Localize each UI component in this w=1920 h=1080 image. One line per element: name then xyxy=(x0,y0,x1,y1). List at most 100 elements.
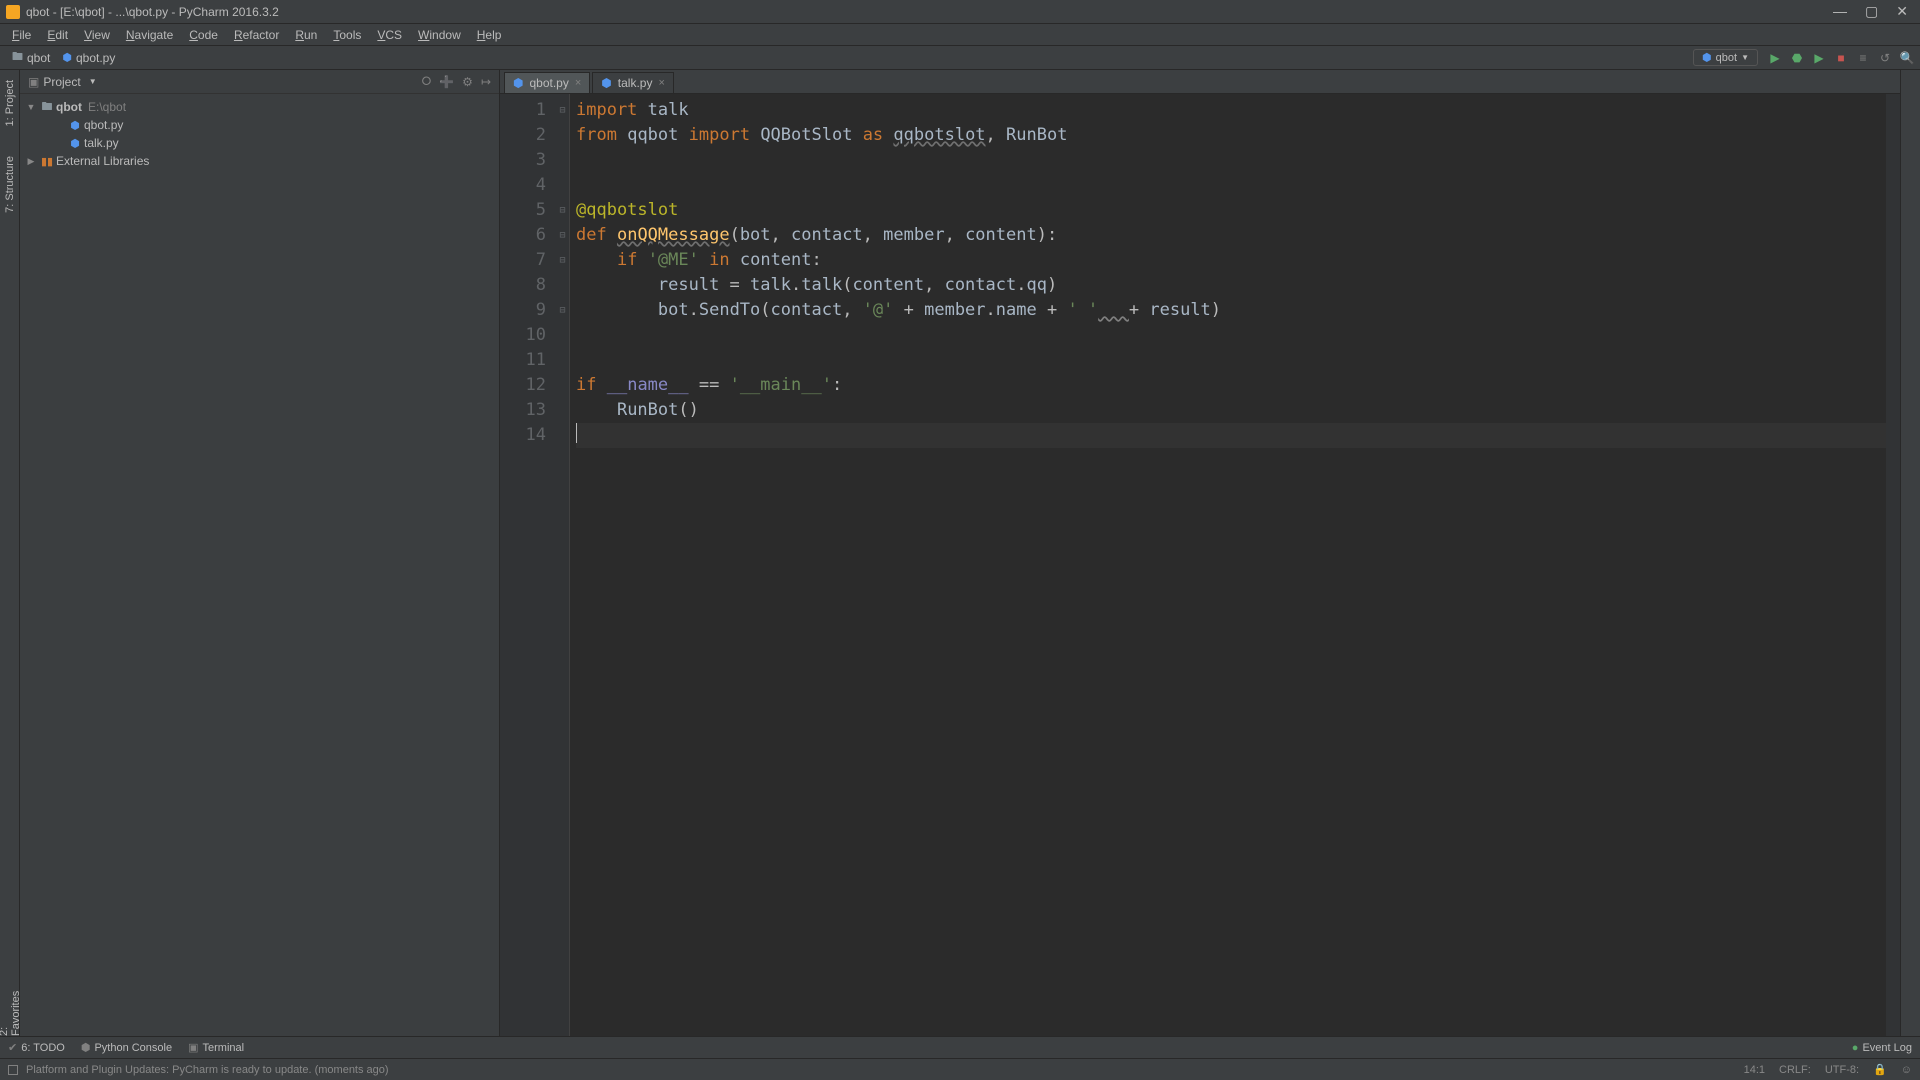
python-file-icon: ⬢ xyxy=(66,137,84,150)
tree-file-label: qbot.py xyxy=(84,118,123,132)
event-log-button[interactable]: ● Event Log xyxy=(1852,1042,1912,1054)
folder-icon: 🖿 xyxy=(12,48,23,67)
run-button[interactable]: ▶ xyxy=(1768,51,1782,65)
run-with-coverage-button[interactable]: ▶ xyxy=(1812,51,1826,65)
nav-bar: 🖿 qbot ⬢ qbot.py ⬢ qbot ▼ ▶ ⬣ ▶ ■ ≡ ↺ 🔍 xyxy=(0,46,1920,70)
project-sidebar: ▣ Project ▼ ⭘ ➕ ⚙ ↦ ▼ 🖿 qbot E:\qbot ⬢ q… xyxy=(20,70,500,1036)
right-tool-strip xyxy=(1900,70,1920,1036)
close-button[interactable]: ✕ xyxy=(1896,3,1908,20)
error-stripe xyxy=(1886,94,1900,1036)
window-title: qbot - [E:\qbot] - ...\qbot.py - PyCharm… xyxy=(26,5,1833,19)
python-file-icon: ⬢ xyxy=(513,76,523,90)
caret-position: 14:1 xyxy=(1744,1064,1765,1076)
close-tab-icon[interactable]: × xyxy=(658,77,664,89)
tab-label: talk.py xyxy=(618,76,653,90)
chevron-down-icon: ▼ xyxy=(1741,53,1749,62)
breadcrumb-folder[interactable]: 🖿 qbot xyxy=(6,48,56,67)
todo-icon: ✔ xyxy=(8,1041,17,1054)
todo-label: 6: TODO xyxy=(21,1042,65,1054)
tree-file[interactable]: ⬢ talk.py xyxy=(20,134,499,152)
close-tab-icon[interactable]: × xyxy=(575,77,581,89)
breadcrumb-file-label: qbot.py xyxy=(76,51,115,65)
status-message: Platform and Plugin Updates: PyCharm is … xyxy=(26,1064,389,1076)
stop-button[interactable]: ■ xyxy=(1834,51,1848,65)
python-console-button[interactable]: ⬢ Python Console xyxy=(81,1041,172,1054)
terminal-label: Terminal xyxy=(203,1042,245,1054)
debug-button[interactable]: ⬣ xyxy=(1790,51,1804,65)
tree-root-path: E:\qbot xyxy=(88,100,126,114)
app-icon xyxy=(6,5,20,19)
menu-bar: FileEditViewNavigateCodeRefactorRunTools… xyxy=(0,24,1920,46)
breadcrumb-folder-label: qbot xyxy=(27,51,50,65)
menu-view[interactable]: View xyxy=(76,26,118,44)
toolbar-icon[interactable]: ≡ xyxy=(1856,51,1870,65)
run-config-selector[interactable]: ⬢ qbot ▼ xyxy=(1693,49,1758,66)
python-file-icon: ⬢ xyxy=(1702,51,1712,64)
menu-edit[interactable]: Edit xyxy=(39,26,76,44)
menu-vcs[interactable]: VCS xyxy=(369,26,410,44)
code-editor[interactable]: 1234567891011121314 ⊟⊟⊟⊟⊟ import talkfro… xyxy=(500,94,1900,1036)
terminal-icon: ▣ xyxy=(188,1041,198,1054)
run-config-label: qbot xyxy=(1716,52,1737,64)
folder-icon: 🖿 xyxy=(38,98,56,117)
expand-arrow-icon[interactable]: ▶ xyxy=(24,156,38,167)
menu-tools[interactable]: Tools xyxy=(325,26,369,44)
tree-file-label: talk.py xyxy=(84,136,119,150)
terminal-button[interactable]: ▣ Terminal xyxy=(188,1041,244,1054)
chevron-down-icon[interactable]: ▼ xyxy=(89,77,97,86)
collapse-all-icon[interactable]: ⭘ xyxy=(422,74,432,89)
python-file-icon: ⬢ xyxy=(601,76,611,90)
menu-refactor[interactable]: Refactor xyxy=(226,26,287,44)
file-encoding[interactable]: UTF-8: xyxy=(1825,1064,1859,1076)
menu-navigate[interactable]: Navigate xyxy=(118,26,181,44)
python-file-icon: ⬢ xyxy=(62,51,72,64)
minimize-button[interactable]: — xyxy=(1833,3,1847,20)
editor-tabs: ⬢ qbot.py × ⬢ talk.py × xyxy=(500,70,1900,94)
console-label: Python Console xyxy=(94,1042,172,1054)
tool-window-toggle-icon[interactable] xyxy=(8,1065,18,1075)
project-tool-tab[interactable]: 1: Project xyxy=(4,80,16,126)
console-icon: ⬢ xyxy=(81,1041,91,1054)
expand-arrow-icon[interactable]: ▼ xyxy=(24,102,38,112)
tab-label: qbot.py xyxy=(529,76,568,90)
event-log-label: Event Log xyxy=(1862,1042,1912,1054)
tree-external-libs[interactable]: ▶ ▮▮ External Libraries xyxy=(20,152,499,170)
scroll-to-icon[interactable]: ➕ xyxy=(439,75,454,89)
tree-root-name: qbot xyxy=(56,100,82,114)
code-area[interactable]: import talkfrom qqbot import QQBotSlot a… xyxy=(570,94,1886,1036)
tree-file[interactable]: ⬢ qbot.py xyxy=(20,116,499,134)
left-tool-strip: 1: Project 7: Structure xyxy=(0,70,20,1036)
hector-icon[interactable]: ☺ xyxy=(1901,1064,1912,1076)
project-view-icon: ▣ xyxy=(28,75,39,89)
sidebar-header-label: Project xyxy=(43,75,80,89)
editor-tab[interactable]: ⬢ talk.py × xyxy=(592,72,674,93)
bottom-tool-bar: ✔ 6: TODO ⬢ Python Console ▣ Terminal ● … xyxy=(0,1036,1920,1058)
todo-tool-button[interactable]: ✔ 6: TODO xyxy=(8,1041,65,1054)
lock-icon[interactable]: 🔒 xyxy=(1873,1063,1887,1076)
project-tree: ▼ 🖿 qbot E:\qbot ⬢ qbot.py ⬢ talk.py ▶ ▮… xyxy=(20,94,499,174)
status-bar: Platform and Plugin Updates: PyCharm is … xyxy=(0,1058,1920,1080)
favorites-tool-tab[interactable]: 2: Favorites xyxy=(0,986,22,1036)
line-number-gutter: 1234567891011121314 xyxy=(500,94,556,1036)
line-separator[interactable]: CRLF: xyxy=(1779,1064,1811,1076)
editor-tab[interactable]: ⬢ qbot.py × xyxy=(504,72,590,93)
search-icon[interactable]: 🔍 xyxy=(1900,51,1914,65)
title-bar: qbot - [E:\qbot] - ...\qbot.py - PyCharm… xyxy=(0,0,1920,24)
python-file-icon: ⬢ xyxy=(66,119,84,132)
menu-run[interactable]: Run xyxy=(287,26,325,44)
structure-tool-tab[interactable]: 7: Structure xyxy=(4,156,16,213)
breadcrumb-file[interactable]: ⬢ qbot.py xyxy=(56,51,121,65)
gear-icon[interactable]: ⚙ xyxy=(462,75,473,89)
hide-icon[interactable]: ↦ xyxy=(481,75,491,89)
menu-code[interactable]: Code xyxy=(181,26,226,44)
fold-gutter: ⊟⊟⊟⊟⊟ xyxy=(556,94,570,1036)
library-icon: ▮▮ xyxy=(38,155,56,168)
toolbar-icon[interactable]: ↺ xyxy=(1878,51,1892,65)
menu-file[interactable]: File xyxy=(4,26,39,44)
menu-help[interactable]: Help xyxy=(469,26,510,44)
tree-root[interactable]: ▼ 🖿 qbot E:\qbot xyxy=(20,98,499,116)
tree-libs-label: External Libraries xyxy=(56,154,149,168)
event-log-icon: ● xyxy=(1852,1042,1859,1054)
menu-window[interactable]: Window xyxy=(410,26,469,44)
maximize-button[interactable]: ▢ xyxy=(1865,3,1878,20)
